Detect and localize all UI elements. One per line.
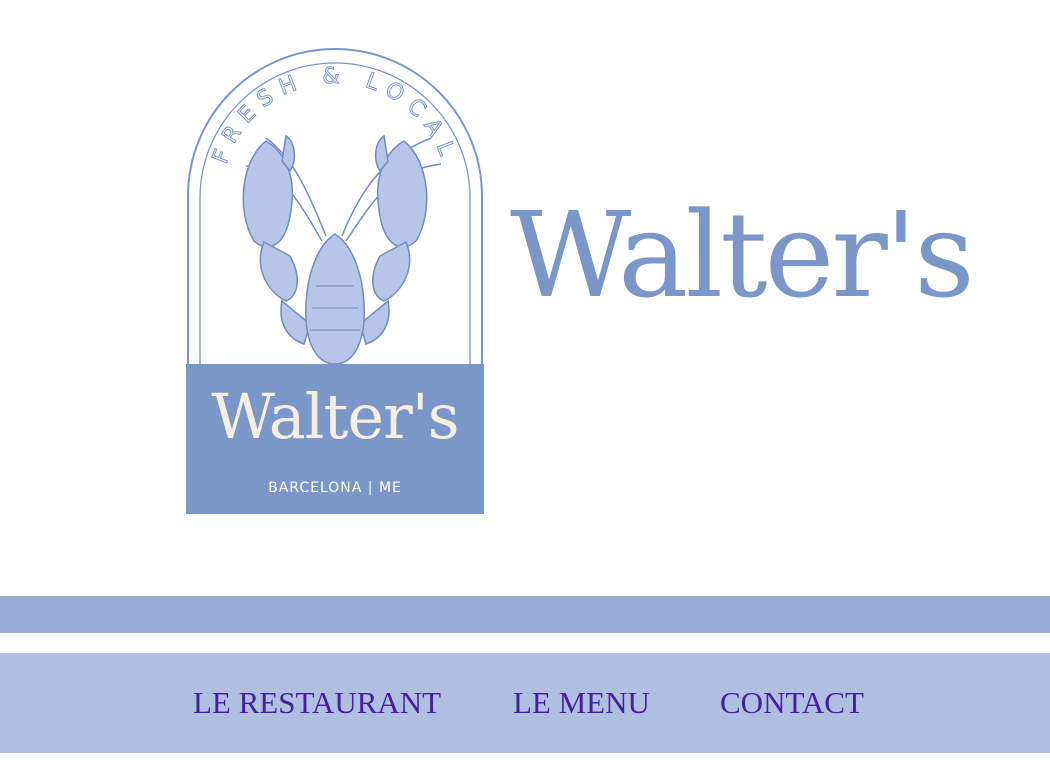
badge-name: Walter's — [211, 380, 458, 453]
badge-location: BARCELONA | ME — [268, 480, 402, 496]
brand-wordmark: Walter's — [510, 186, 975, 324]
nav-link-le-menu[interactable]: LE MENU — [513, 653, 650, 753]
nav-link-contact[interactable]: CONTACT — [720, 653, 864, 753]
logo-area: FRESH & LOCAL Walter's BARCELONA | ME Wa… — [0, 0, 1050, 560]
lobster-badge-logo[interactable]: FRESH & LOCAL Walter's BARCELONA | ME — [186, 46, 484, 514]
lobster-icon — [242, 134, 442, 365]
main-navigation: LE RESTAURANT LE MENU CONTACT — [0, 653, 1050, 753]
decorative-band — [0, 596, 1050, 633]
nav-link-le-restaurant[interactable]: LE RESTAURANT — [193, 653, 441, 753]
